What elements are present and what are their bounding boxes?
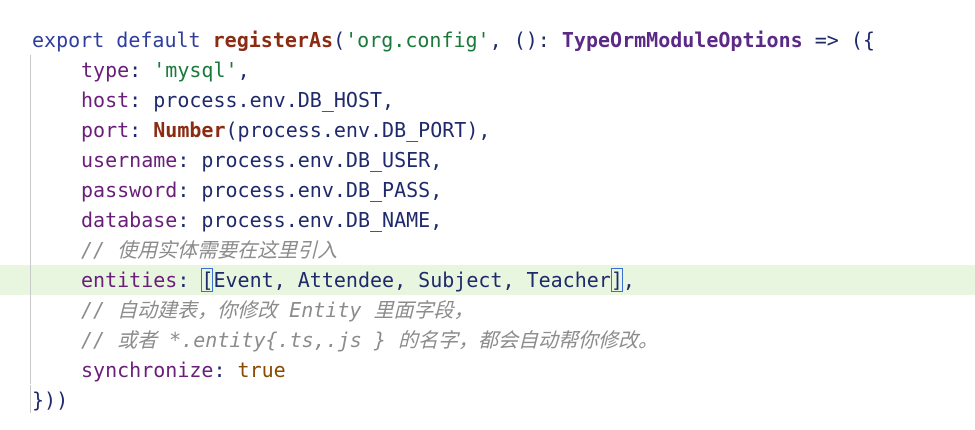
- username-end: ,: [430, 148, 443, 172]
- closing-brackets: })): [32, 388, 69, 412]
- type-key: type: [81, 58, 130, 82]
- type-value: 'mysql': [153, 58, 238, 82]
- code-line-comment-2[interactable]: // 自动建表，你修改 Entity 里面字段，: [0, 295, 975, 325]
- host-key: host: [81, 88, 130, 112]
- config-name-string: 'org.config': [345, 28, 490, 52]
- database-sep: :: [177, 208, 202, 232]
- database-end: ,: [430, 208, 443, 232]
- synchronize-key: synchronize: [81, 358, 214, 382]
- export-keyword: export: [32, 28, 105, 52]
- entities-list: Event, Attendee, Subject, Teacher: [213, 268, 611, 292]
- entities-comment: // 使用实体需要在这里引入: [81, 238, 338, 262]
- indent-guide: [30, 55, 31, 384]
- open-bracket-match: [: [201, 268, 214, 292]
- password-sep: :: [177, 178, 202, 202]
- type-end: ,: [237, 58, 250, 82]
- close-bracket-match: ]: [610, 268, 623, 292]
- username-value: process.env.DB_USER: [201, 148, 431, 172]
- host-value: process.env.DB_HOST: [153, 88, 383, 112]
- code-line-type[interactable]: type: 'mysql',: [0, 55, 975, 85]
- entities-key: entities: [81, 268, 178, 292]
- code-line-comment-3[interactable]: // 或者 *.entity{.ts,.js } 的名字，都会自动帮你修改。: [0, 325, 975, 355]
- password-key: password: [81, 178, 178, 202]
- return-type: TypeOrmModuleOptions: [561, 28, 803, 52]
- code-line-database[interactable]: database: process.env.DB_NAME,: [0, 205, 975, 235]
- password-value: process.env.DB_PASS: [201, 178, 431, 202]
- code-line-closing[interactable]: })): [0, 385, 975, 415]
- synchronize-value: true: [237, 358, 286, 382]
- default-keyword: default: [116, 28, 201, 52]
- code-line-username[interactable]: username: process.env.DB_USER,: [0, 145, 975, 175]
- database-value: process.env.DB_NAME: [201, 208, 431, 232]
- username-key: username: [81, 148, 178, 172]
- port-key: port: [81, 118, 130, 142]
- arrow-open: => ({: [802, 28, 875, 52]
- username-sep: :: [177, 148, 202, 172]
- number-function: Number: [153, 118, 226, 142]
- code-line-synchronize[interactable]: synchronize: true: [0, 355, 975, 385]
- code-line-host[interactable]: host: process.env.DB_HOST,: [0, 85, 975, 115]
- open-paren: (: [333, 28, 346, 52]
- code-line-port[interactable]: port: Number(process.env.DB_PORT),: [0, 115, 975, 145]
- code-line-1[interactable]: export default registerAs('org.config', …: [0, 25, 975, 55]
- register-as-function: registerAs: [212, 28, 334, 52]
- arrow-params: , ():: [489, 28, 562, 52]
- code-editor[interactable]: export default registerAs('org.config', …: [0, 25, 975, 415]
- code-line-password[interactable]: password: process.env.DB_PASS,: [0, 175, 975, 205]
- code-line-entities[interactable]: entities: [Event, Attendee, Subject, Tea…: [0, 265, 975, 295]
- entities-end: ,: [622, 268, 635, 292]
- fold-guide: [30, 385, 31, 413]
- port-sep: :: [129, 118, 154, 142]
- host-end: ,: [382, 88, 395, 112]
- port-value: (process.env.DB_PORT): [225, 118, 479, 142]
- entities-sep: :: [177, 268, 202, 292]
- auto-table-comment: // 自动建表，你修改 Entity 里面字段，: [81, 298, 474, 322]
- entity-name-comment: // 或者 *.entity{.ts,.js } 的名字，都会自动帮你修改。: [81, 328, 658, 352]
- password-end: ,: [430, 178, 443, 202]
- code-line-comment-1[interactable]: // 使用实体需要在这里引入: [0, 235, 975, 265]
- host-sep: :: [129, 88, 154, 112]
- database-key: database: [81, 208, 178, 232]
- type-sep: :: [129, 58, 154, 82]
- synchronize-sep: :: [213, 358, 238, 382]
- port-end: ,: [478, 118, 491, 142]
